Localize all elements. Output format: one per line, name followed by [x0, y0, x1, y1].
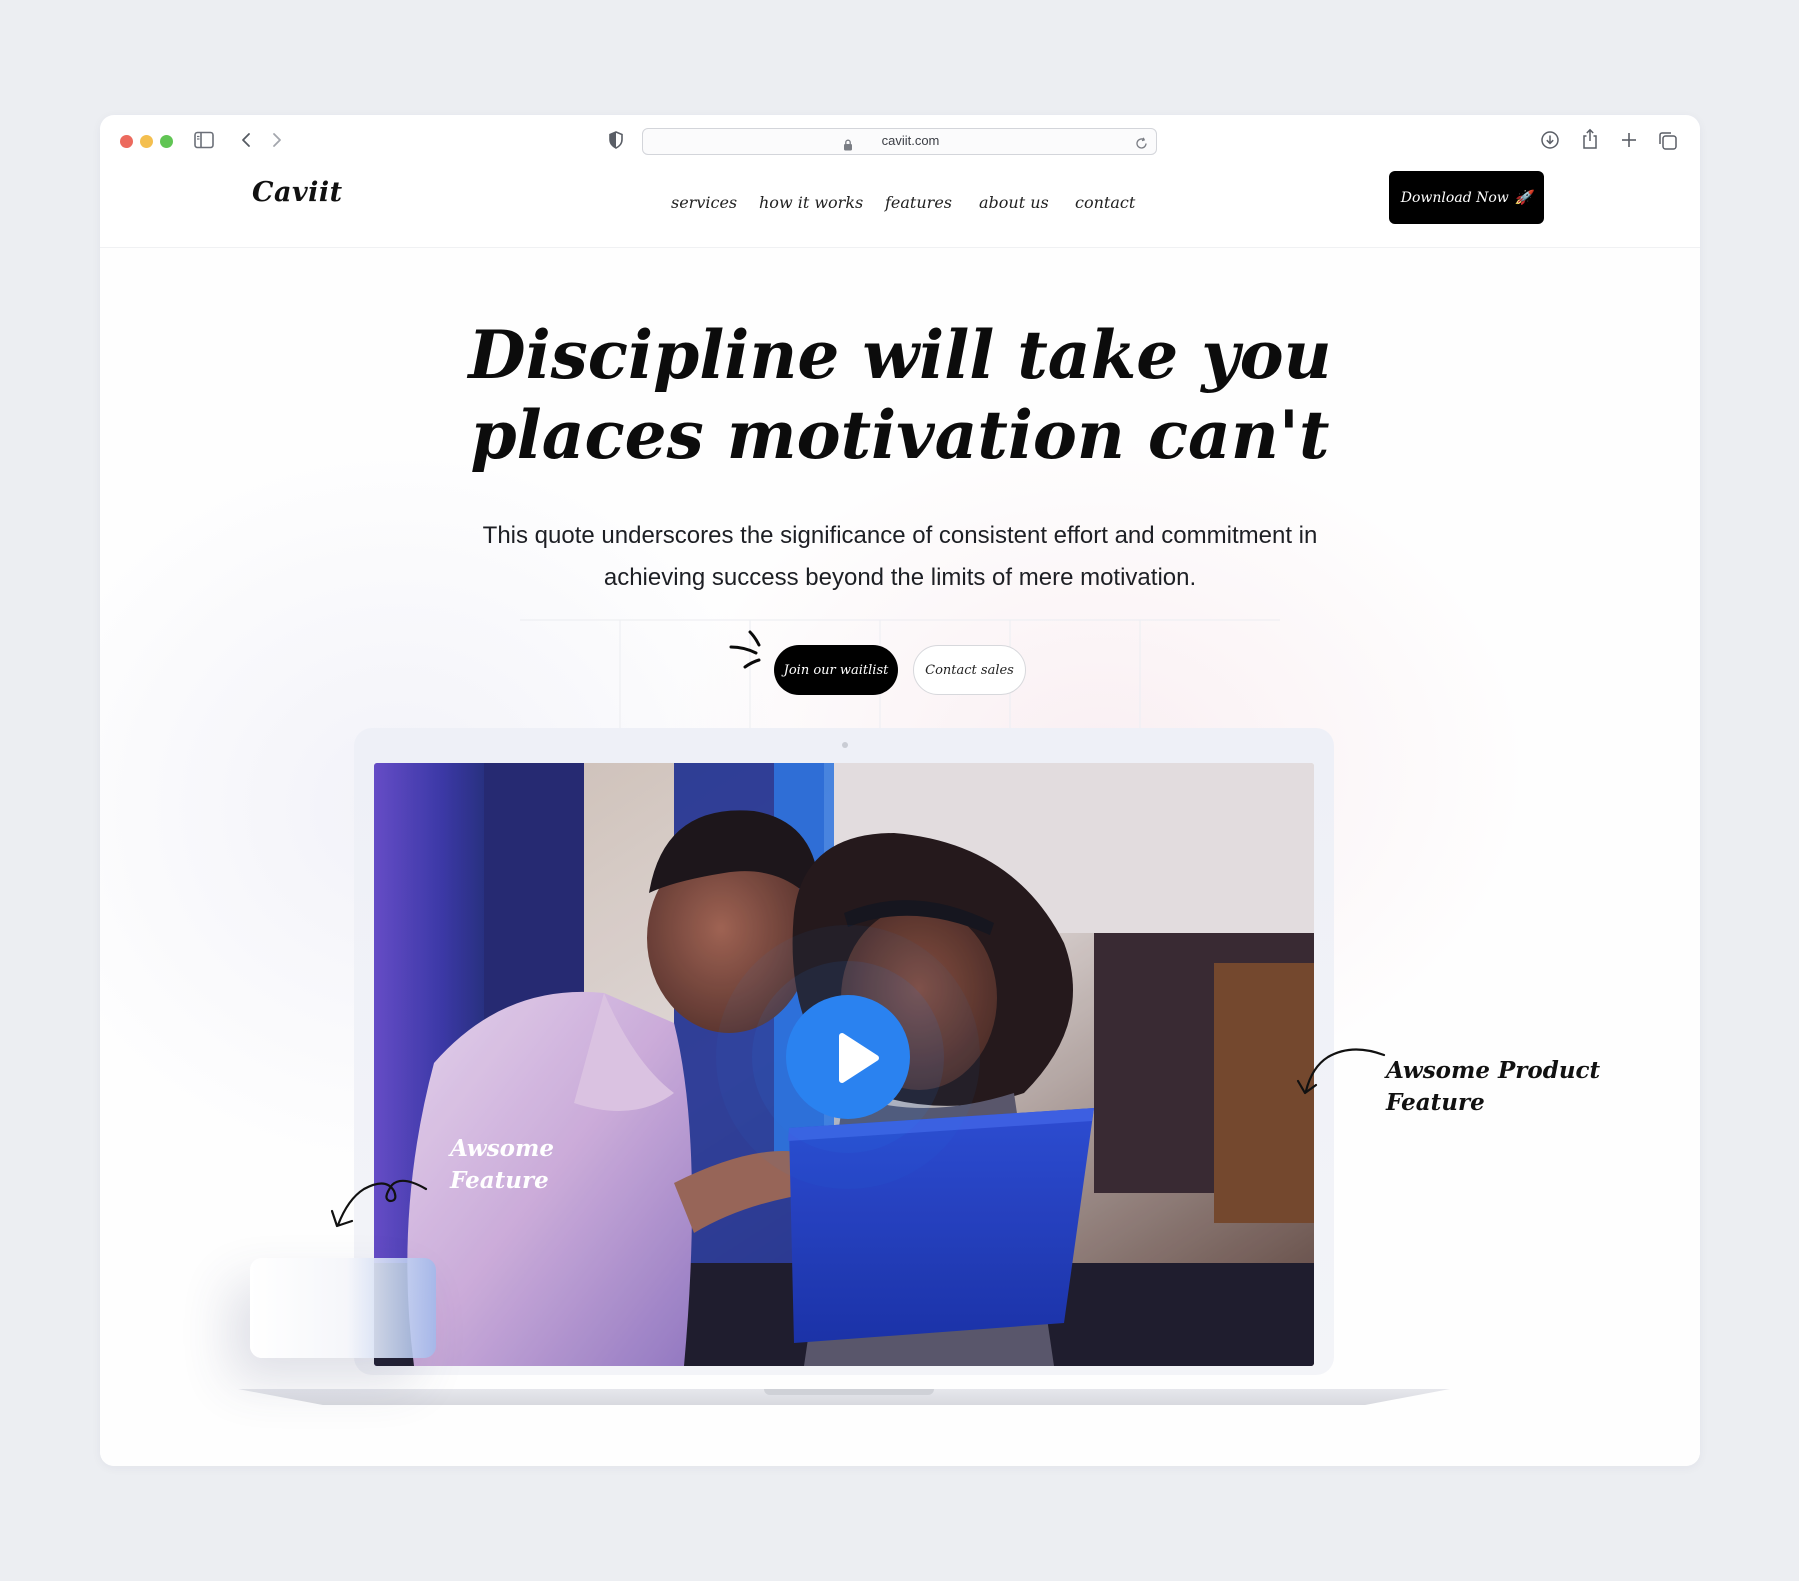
share-icon[interactable] [1581, 128, 1599, 155]
annotation-right-line-2: Feature [1386, 1089, 1485, 1116]
hero-subtitle-line-1: This quote underscores the significance … [482, 522, 1318, 549]
rocket-icon: 🚀 [1514, 189, 1533, 206]
play-icon [839, 1033, 879, 1083]
download-icon[interactable] [1540, 130, 1560, 155]
hero-title-line-1: Discipline will take you [468, 316, 1332, 394]
annotation-left-line-1: Awsome [450, 1135, 554, 1162]
lock-icon [843, 135, 853, 159]
browser-toolbar: caviit.com [100, 115, 1700, 169]
maximize-window-button[interactable] [160, 135, 173, 148]
sidebar-icon[interactable] [194, 131, 214, 154]
forward-chevron-icon[interactable] [271, 132, 283, 153]
hero-title: Discipline will take you places motivati… [450, 315, 1350, 475]
download-now-button[interactable]: Download Now 🚀 [1389, 171, 1544, 224]
laptop-camera [842, 742, 848, 748]
contact-sales-button[interactable]: Contact sales [913, 645, 1026, 695]
nav-item-services[interactable]: services [671, 193, 737, 212]
hero-title-line-2: places motivation can't [470, 396, 1330, 474]
annotation-awesome-product-feature: Awsome Product Feature [1386, 1055, 1600, 1119]
sparkle-icon [729, 630, 761, 669]
nav-item-about-us[interactable]: about us [979, 193, 1049, 212]
hero-subtitle: This quote underscores the significance … [470, 515, 1330, 599]
annotation-arrow-right-icon [1296, 1048, 1386, 1095]
back-chevron-icon[interactable] [240, 132, 252, 153]
join-waitlist-button[interactable]: Join our waitlist [774, 645, 898, 695]
download-now-label: Download Now [1400, 189, 1509, 206]
shield-icon[interactable] [608, 131, 624, 154]
annotation-left-line-2: Feature [450, 1167, 549, 1194]
laptop-notch [764, 1389, 934, 1395]
reload-icon[interactable] [1135, 134, 1148, 158]
floating-feature-card [250, 1258, 436, 1358]
nav-item-features[interactable]: features [885, 193, 952, 212]
annotation-arrow-left-icon [330, 1179, 428, 1228]
minimize-window-button[interactable] [140, 135, 153, 148]
address-bar[interactable]: caviit.com [642, 128, 1157, 155]
browser-window: caviit.com Caviit services how it works … [100, 115, 1700, 1466]
close-window-button[interactable] [120, 135, 133, 148]
nav-item-how-it-works[interactable]: how it works [759, 193, 863, 212]
play-video-button[interactable] [786, 995, 910, 1119]
plus-icon[interactable] [1620, 131, 1638, 154]
tabs-icon[interactable] [1658, 131, 1678, 156]
url-text: caviit.com [881, 133, 940, 148]
hero-subtitle-line-2: achieving success beyond the limits of m… [603, 564, 1197, 591]
annotation-right-line-1: Awsome Product [1386, 1057, 1601, 1084]
nav-item-contact[interactable]: contact [1075, 193, 1135, 212]
annotation-awesome-feature: Awsome Feature [450, 1133, 554, 1197]
